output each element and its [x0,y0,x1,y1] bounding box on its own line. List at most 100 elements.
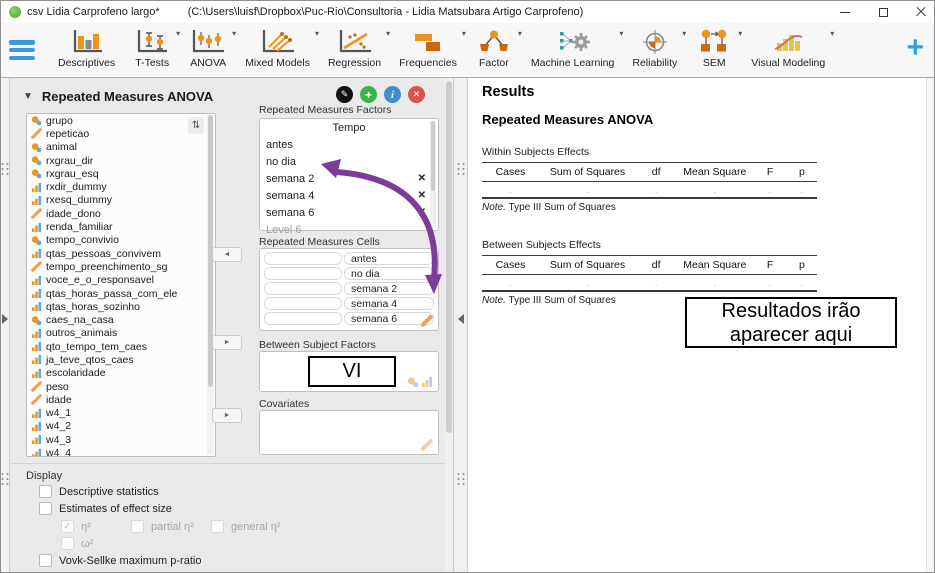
assign-cells-button[interactable]: ◄ [212,247,242,262]
rm-factors-box[interactable]: Tempo antesno diasemana 2✕semana 4✕seman… [259,118,439,231]
variable-item-tempo_preenchimento_sg[interactable]: tempo_preenchimento_sg [27,260,215,273]
factor-level-semana-6[interactable]: semana 6✕ [260,204,438,221]
collapse-input-panel-icon[interactable] [458,314,464,324]
menu-icon[interactable] [9,40,35,60]
help-info-icon[interactable]: i [384,86,401,103]
data-panel-splitter[interactable] [1,78,10,572]
cell-drop-slot[interactable] [264,267,342,280]
cell-drop-slot[interactable] [264,312,342,325]
between-subjects-table: Between Subjects Effects CasesSum of Squ… [482,239,817,306]
jasp-window: csv Lidia Carprofeno largo* (C:\Users\lu… [0,0,935,573]
edit-title-icon[interactable]: ✎ [336,86,353,103]
ribbon-button-descriptives[interactable]: Descriptives [49,28,124,69]
results-heading: Repeated Measures ANOVA [482,112,653,127]
maximize-icon[interactable] [876,5,890,19]
ribbon-button-anova[interactable]: ▾ANOVA [180,28,236,69]
remove-level-icon[interactable]: ✕ [418,173,426,184]
factor-level-semana-2[interactable]: semana 2✕ [260,170,438,187]
variable-item-qtas_pessoas_convivem[interactable]: qtas_pessoas_convivem [27,247,215,260]
ribbon-button-frequencies[interactable]: ▾Frequencies [390,28,466,69]
variable-name: rxesq_dummy [46,194,112,206]
variable-item-rxdir_dummy[interactable]: rxdir_dummy [27,180,215,193]
mixed-models-icon [259,28,297,56]
ribbon-button-visual-modeling[interactable]: ▾Visual Modeling [742,28,834,69]
cell-drop-slot[interactable] [264,252,342,265]
ribbon-button-machine-learning[interactable]: ▾Machine Learning [522,28,623,69]
variable-item-qtas_horas_sozinho[interactable]: qtas_horas_sozinho [27,300,215,313]
variable-item-w4_1[interactable]: w4_1 [27,407,215,420]
variable-item-caes_na_casa[interactable]: caes_na_casa [27,313,215,326]
effect-size-checkbox[interactable] [39,502,52,515]
covariates-box[interactable] [259,410,439,455]
ribbon-button-sem[interactable]: ▾SEM [686,28,742,69]
assign-between-button[interactable]: ► [212,335,242,350]
cell-level-label[interactable]: no dia [344,267,434,280]
variable-item-w4_3[interactable]: w4_3 [27,433,215,446]
ribbon-button-mixed-models[interactable]: ▾Mixed Models [236,28,319,69]
ribbon-button-label: Frequencies [399,57,457,69]
descriptive-statistics-checkbox[interactable] [39,485,52,498]
results-splitter[interactable] [453,78,468,572]
variable-item-grupo[interactable]: grupo [27,114,215,127]
variable-item-animal[interactable]: animal [27,141,215,154]
omega-squared-label: ω² [81,538,93,550]
scale-type-icon [31,128,42,139]
variable-item-tempo_convivio[interactable]: tempo_convivio [27,234,215,247]
remove-level-icon[interactable]: ✕ [418,190,426,201]
variables-scrollbar[interactable] [207,115,214,455]
variable-item-w4_4[interactable]: w4_4 [27,446,215,457]
remove-level-icon[interactable]: ✕ [418,207,426,218]
cell-drop-slot[interactable] [264,282,342,295]
frequencies-icon [409,28,447,56]
variable-item-voce_e_o_responsavel[interactable]: voce_e_o_responsavel [27,274,215,287]
factor-level-semana-4[interactable]: semana 4✕ [260,187,438,204]
sort-variables-icon[interactable]: ⇅ [188,117,204,134]
analysis-title: Repeated Measures ANOVA [42,89,213,104]
analysis-panel-scrollbar[interactable] [445,78,453,572]
expand-data-panel-icon[interactable] [2,314,8,324]
variable-item-outros_animais[interactable]: outros_animais [27,327,215,340]
variable-item-rxesq_dummy[interactable]: rxesq_dummy [27,194,215,207]
variable-item-repeticao[interactable]: repeticao [27,127,215,140]
ribbon-button-factor[interactable]: ▾Factor [466,28,522,69]
partial-eta-squared-checkbox [131,520,144,533]
cell-level-label[interactable]: semana 2 [344,282,434,295]
assign-covariates-button[interactable]: ► [212,408,242,423]
variable-item-qtas_horas_passa_com_ele[interactable]: qtas_horas_passa_com_ele [27,287,215,300]
results-scrollbar[interactable] [926,78,934,572]
variable-item-peso[interactable]: peso [27,380,215,393]
table-title: Between Subjects Effects [482,239,817,251]
variable-name: outros_animais [46,327,117,339]
collapse-analysis-icon[interactable]: ▼ [23,91,33,102]
ribbon-button-label: SEM [695,57,733,69]
variable-item-w4_2[interactable]: w4_2 [27,420,215,433]
variable-item-escolaridade[interactable]: escolaridade [27,367,215,380]
minimize-icon[interactable] [838,5,852,19]
variable-name: idade [46,394,72,406]
variable-item-renda_familiar[interactable]: renda_familiar [27,220,215,233]
variable-name: escolaridade [46,367,106,379]
close-icon[interactable] [914,5,928,19]
variable-item-ja_teve_qtos_caes[interactable]: ja_teve_qtos_caes [27,353,215,366]
cell-drop-slot[interactable] [264,297,342,310]
duplicate-analysis-icon[interactable]: + [360,86,377,103]
variable-item-qto_tempo_tem_caes[interactable]: qto_tempo_tem_caes [27,340,215,353]
add-module-button[interactable]: + [906,33,924,63]
vovk-sellke-checkbox[interactable] [39,554,52,567]
ribbon-button-regression[interactable]: ▾Regression [319,28,390,69]
variable-item-idade[interactable]: idade [27,393,215,406]
variable-item-rxgrau_dir[interactable]: rxgrau_dir [27,154,215,167]
cell-level-label[interactable]: antes [344,252,434,265]
variable-item-idade_dono[interactable]: idade_dono [27,207,215,220]
ribbon-button-t-tests[interactable]: ▾T-Tests [124,28,180,69]
factor-level-no-dia[interactable]: no dia [260,153,438,170]
cell-level-label[interactable]: semana 4 [344,297,434,310]
ribbon-button-reliability[interactable]: ▾Reliability [623,28,686,69]
factor-name[interactable]: Tempo [260,119,438,136]
variable-item-rxgrau_esq[interactable]: rxgrau_esq [27,167,215,180]
remove-analysis-icon[interactable]: ✕ [408,86,425,103]
rm-cells-box[interactable]: antesno diasemana 2semana 4semana 6 [259,248,439,331]
vi-annotation-box: VI [308,356,396,387]
variable-name: qtas_horas_passa_com_ele [46,288,177,300]
factor-level-antes[interactable]: antes [260,136,438,153]
